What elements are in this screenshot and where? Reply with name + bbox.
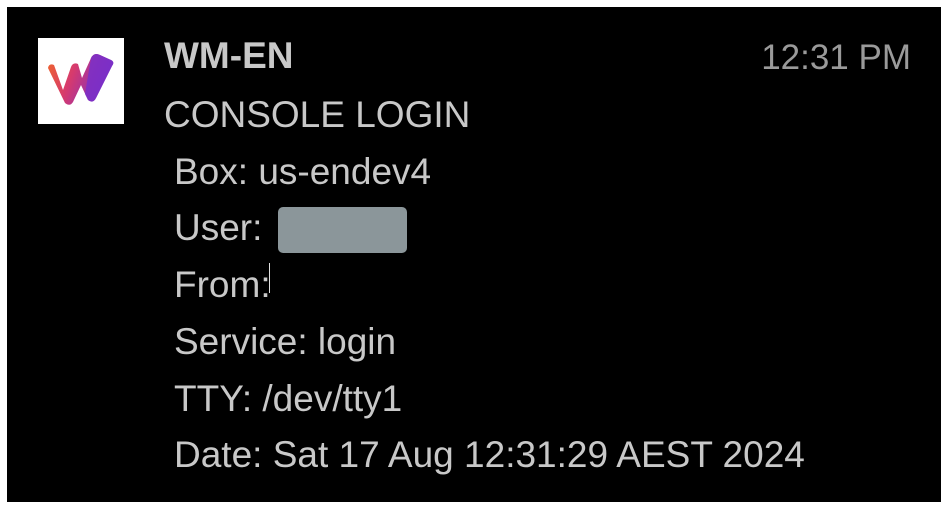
box-line: Box: us-endev4 [174,151,432,192]
notification-title: CONSOLE LOGIN [164,94,471,135]
user-line: User: [174,207,263,248]
service-line: Service: login [174,321,397,362]
notification-card[interactable]: WM-EN 12:31 PM CONSOLE LOGIN Box: us-end… [7,7,941,502]
app-logo-icon [38,38,124,124]
date-line: Date: Sat 17 Aug 12:31:29 AEST 2024 [174,434,805,475]
text-cursor [269,263,270,293]
notification-time: 12:31 PM [761,38,911,77]
from-line: From: [174,264,271,305]
redacted-username [278,207,407,253]
tty-line: TTY: /dev/tty1 [174,378,403,419]
app-name: WM-EN [164,35,294,76]
